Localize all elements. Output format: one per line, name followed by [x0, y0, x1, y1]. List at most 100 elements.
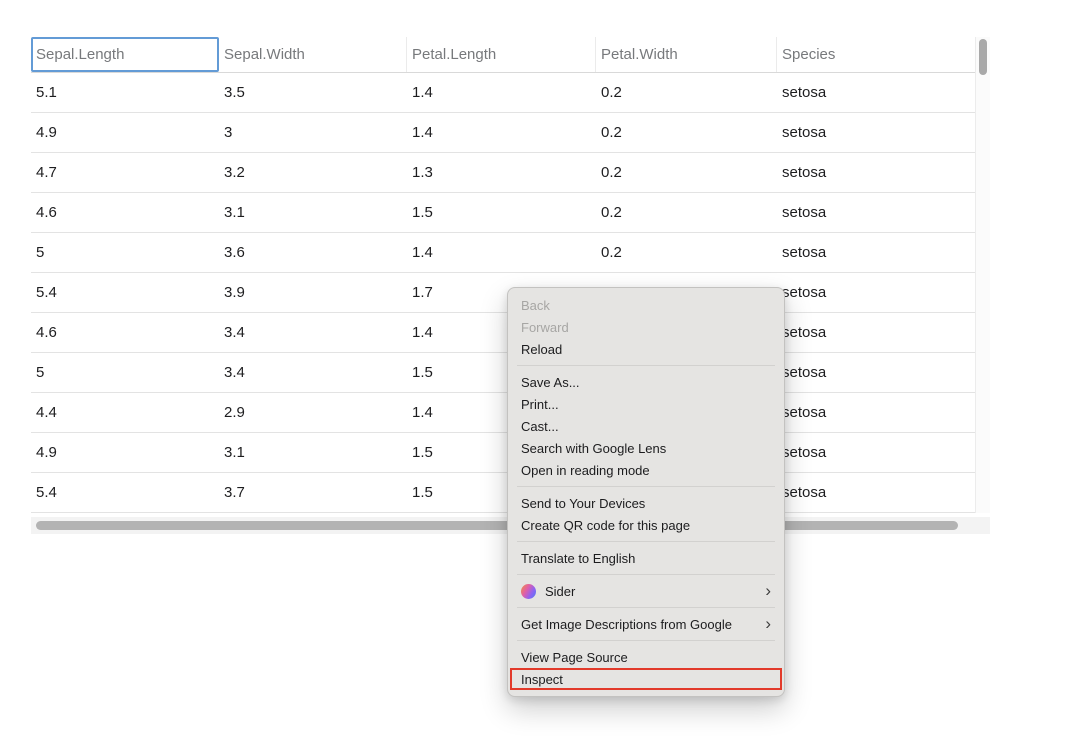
menu-item-create-qr-code-for-this-page[interactable]: Create QR code for this page [508, 514, 784, 536]
table-row: 53.61.40.2setosa [31, 233, 975, 273]
menu-item-get-image-descriptions-from-google[interactable]: Get Image Descriptions from Google › [508, 613, 784, 635]
horizontal-scrollbar-thumb[interactable] [36, 521, 958, 530]
table-cell: 3.1 [219, 193, 407, 232]
table-cell: setosa [777, 113, 975, 152]
table-cell: 5 [31, 233, 219, 272]
table-cell: 5.1 [31, 73, 219, 112]
table-cell: 3.1 [219, 433, 407, 472]
table-cell: 0.2 [596, 233, 777, 272]
column-header-sepal-length[interactable]: Sepal.Length [31, 37, 219, 72]
column-header-petal-length[interactable]: Petal.Length [407, 37, 596, 72]
table-cell: setosa [777, 313, 975, 352]
menu-item-label: Back [521, 298, 550, 313]
table-cell: 3 [219, 113, 407, 152]
table-cell: setosa [777, 273, 975, 312]
table-row: 4.42.91.40.2setosa [31, 393, 975, 433]
table-cell: 4.6 [31, 193, 219, 232]
table-cell: setosa [777, 73, 975, 112]
column-header-species[interactable]: Species [777, 37, 975, 72]
table-cell: 0.2 [596, 113, 777, 152]
sider-brain-icon [521, 584, 536, 599]
table-cell: 1.4 [407, 73, 596, 112]
table-cell: 4.6 [31, 313, 219, 352]
menu-item-forward: Forward [508, 316, 784, 338]
column-header-sepal-width[interactable]: Sepal.Width [219, 37, 407, 72]
table-cell: 3.7 [219, 473, 407, 512]
table-cell: 3.4 [219, 313, 407, 352]
menu-item-send-to-your-devices[interactable]: Send to Your Devices [508, 492, 784, 514]
vertical-scrollbar[interactable] [975, 37, 990, 513]
table-cell: setosa [777, 473, 975, 512]
table-cell: 3.2 [219, 153, 407, 192]
table-row: 4.73.21.30.2setosa [31, 153, 975, 193]
table-row: 4.63.41.40.3setosa [31, 313, 975, 353]
menu-item-label: Create QR code for this page [521, 518, 690, 533]
menu-separator [517, 365, 775, 366]
menu-item-search-with-google-lens[interactable]: Search with Google Lens [508, 437, 784, 459]
menu-separator [517, 607, 775, 608]
menu-item-save-as[interactable]: Save As... [508, 371, 784, 393]
menu-item-label: Search with Google Lens [521, 441, 666, 456]
menu-item-label: View Page Source [521, 650, 628, 665]
table-row: 5.43.91.70.4setosa [31, 273, 975, 313]
menu-item-label: Open in reading mode [521, 463, 650, 478]
table-cell: setosa [777, 153, 975, 192]
menu-item-label: Sider [545, 584, 575, 599]
vertical-scrollbar-thumb[interactable] [979, 39, 987, 75]
menu-item-label: Send to Your Devices [521, 496, 645, 511]
table-cell: setosa [777, 353, 975, 392]
menu-item-sider[interactable]: Sider › [508, 580, 784, 602]
menu-item-reload[interactable]: Reload [508, 338, 784, 360]
menu-item-label: Reload [521, 342, 562, 357]
table-cell: 5.4 [31, 273, 219, 312]
table-cell: setosa [777, 433, 975, 472]
table-cell: 4.9 [31, 433, 219, 472]
column-header-petal-width[interactable]: Petal.Width [596, 37, 777, 72]
chevron-right-icon: › [765, 615, 771, 632]
menu-separator [517, 541, 775, 542]
menu-item-label: Print... [521, 397, 559, 412]
table-cell: 2.9 [219, 393, 407, 432]
table-row: 4.93.11.50.1setosa [31, 433, 975, 473]
table-cell: setosa [777, 193, 975, 232]
table-row: 5.13.51.40.2setosa [31, 73, 975, 113]
menu-item-open-in-reading-mode[interactable]: Open in reading mode [508, 459, 784, 481]
table-row: 5.43.71.50.2setosa [31, 473, 975, 513]
menu-item-back: Back [508, 294, 784, 316]
menu-item-label: Inspect [521, 672, 563, 687]
table-cell: setosa [777, 393, 975, 432]
table-cell: 4.7 [31, 153, 219, 192]
menu-item-cast[interactable]: Cast... [508, 415, 784, 437]
table-header-row: Sepal.LengthSepal.WidthPetal.LengthPetal… [31, 37, 975, 73]
chevron-right-icon: › [765, 582, 771, 599]
table-body: 5.13.51.40.2setosa4.931.40.2setosa4.73.2… [31, 73, 975, 513]
table-row: 4.931.40.2setosa [31, 113, 975, 153]
menu-item-label: Translate to English [521, 551, 635, 566]
table-cell: 1.3 [407, 153, 596, 192]
table-cell: 4.4 [31, 393, 219, 432]
table-cell: 0.2 [596, 153, 777, 192]
table-cell: 5.4 [31, 473, 219, 512]
menu-item-label: Save As... [521, 375, 580, 390]
table-cell: 4.9 [31, 113, 219, 152]
table-cell: 5 [31, 353, 219, 392]
table-cell: 1.4 [407, 233, 596, 272]
table-cell: 3.5 [219, 73, 407, 112]
table-cell: 3.6 [219, 233, 407, 272]
context-menu: Back Forward Reload Save As... Print... Cast.… [507, 287, 785, 697]
menu-item-inspect[interactable]: Inspect [508, 668, 784, 690]
table-main: Sepal.LengthSepal.WidthPetal.LengthPetal… [31, 37, 975, 513]
table-cell: 0.2 [596, 193, 777, 232]
menu-item-translate-to-english[interactable]: Translate to English [508, 547, 784, 569]
table-cell: 1.4 [407, 113, 596, 152]
table-row: 53.41.50.2setosa [31, 353, 975, 393]
menu-separator [517, 486, 775, 487]
menu-item-view-page-source[interactable]: View Page Source [508, 646, 784, 668]
table-cell: setosa [777, 233, 975, 272]
menu-separator [517, 640, 775, 641]
table-cell: 3.4 [219, 353, 407, 392]
menu-separator [517, 574, 775, 575]
menu-item-label: Forward [521, 320, 569, 335]
menu-item-print[interactable]: Print... [508, 393, 784, 415]
menu-item-label: Get Image Descriptions from Google [521, 617, 732, 632]
